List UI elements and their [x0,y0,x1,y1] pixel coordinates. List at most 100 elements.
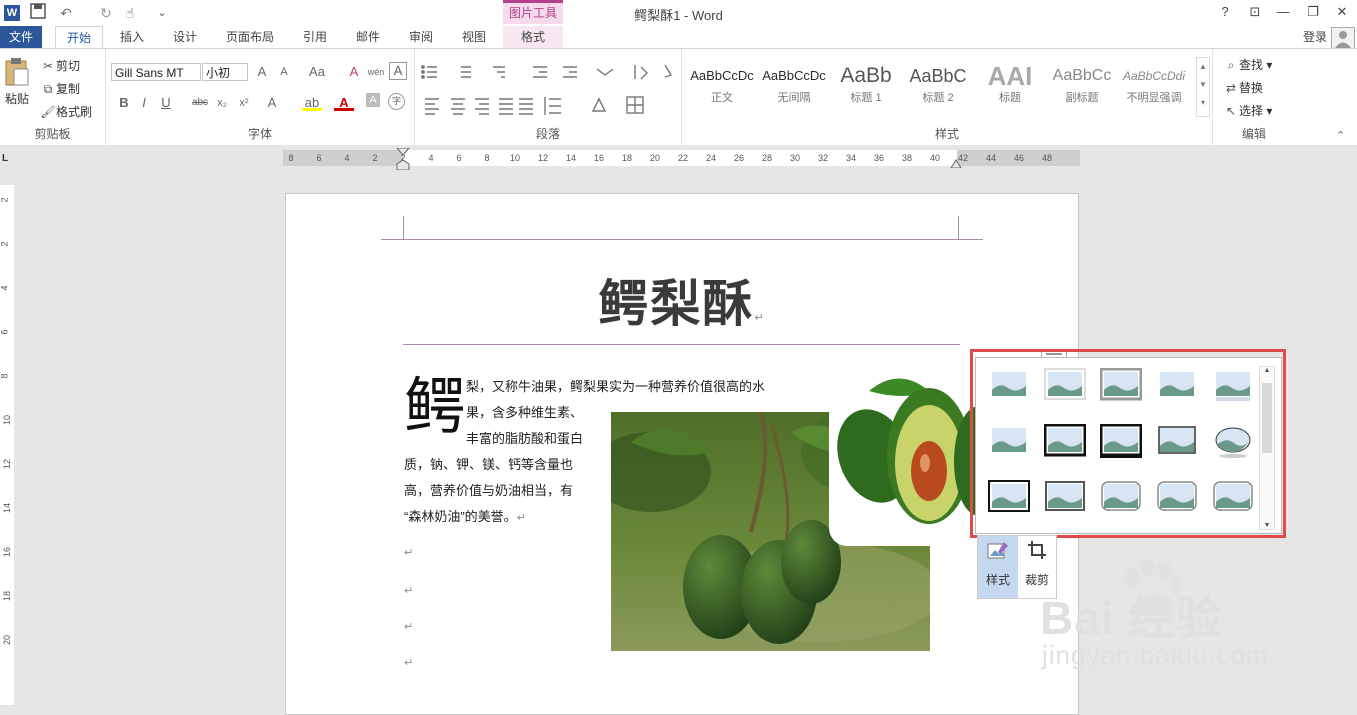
paragraph-tools-icon[interactable] [421,63,675,123]
paragraph-group: 段落 [415,49,682,145]
vertical-ruler[interactable]: 2 2 4 6 8 10 12 14 16 18 20 [0,185,14,705]
font-size-combo[interactable]: 小初 [202,63,248,81]
vertical-ruler-number: 16 [2,546,13,558]
style-normal[interactable]: AaBbCcDc 正文 [688,59,756,105]
empty-paragraph[interactable]: ↵ [404,620,413,633]
minimize-icon[interactable]: — [1270,2,1296,22]
replace-button[interactable]: ⇄ 替换 [1223,79,1263,96]
indent-marker-icon[interactable] [396,148,410,170]
bold-button[interactable]: B [114,93,134,113]
italic-button[interactable]: I [134,93,154,113]
style-heading-1[interactable]: AaBb 标题 1 [832,59,900,105]
styles-group-label: 样式 [934,127,959,141]
close-icon[interactable]: ✕ [1329,2,1355,22]
ruler-number: 18 [621,153,632,163]
style-subtitle[interactable]: AaBbCc 副标题 [1048,59,1116,105]
document-page[interactable]: 鳄梨酥↵ 鳄 梨，又称牛油果，鳄梨果实为一种营养价值很高的水 果，含多种维生素、… [285,193,1079,715]
style-sample: AaBbCcDc [690,68,754,83]
brush-icon: 🖌 [40,105,56,119]
char-shading-button[interactable]: A [366,93,380,107]
format-painter-button[interactable]: 🖌格式刷 [40,103,92,120]
avatar[interactable] [1331,27,1355,49]
tab-references[interactable]: 引用 [295,26,335,48]
maximize-icon[interactable]: ❐ [1300,2,1326,22]
tab-selector[interactable]: L [2,153,8,164]
gallery-highlight-box [970,349,1286,538]
vertical-ruler-number: 18 [2,590,13,602]
cut-button[interactable]: ✂ 剪切 [40,57,80,74]
paste-icon [5,58,29,86]
vertical-ruler-number: 2 [0,197,10,203]
tab-page-layout[interactable]: 页面布局 [218,26,282,48]
clear-format-button[interactable]: A [344,62,364,82]
empty-paragraph[interactable]: ↵ [404,546,413,559]
help-icon[interactable]: ? [1212,2,1238,22]
ruler-number: 40 [929,153,940,163]
ruler-number: 36 [873,153,884,163]
header-rule [381,239,983,240]
style-button-label: 样式 [985,573,1010,587]
heading-rule [403,344,960,345]
highlight-button[interactable]: ab [302,93,322,111]
tab-file[interactable]: 文件 [0,26,42,48]
document-heading[interactable]: 鳄梨酥↵ [286,264,1078,336]
font-group: Gill Sans MT 小初 A A Aa A wén A B I U abc… [106,49,415,145]
ruler-number: 48 [1041,153,1052,163]
tab-review[interactable]: 审阅 [401,26,441,48]
login-link[interactable]: 登录 [1303,28,1327,45]
style-name: 副标题 [1065,92,1099,104]
subscript-button[interactable]: x₂ [212,93,232,113]
ruler-number: 24 [705,153,716,163]
empty-paragraph[interactable]: ↵ [404,656,413,669]
shrink-font-button[interactable]: A [274,62,294,82]
paste-button[interactable]: 粘贴 [3,57,31,107]
horizontal-ruler[interactable]: 8 6 4 2 2 4 6 8 10 12 14 16 18 20 22 24 26 28 30 32 34 36 38 40… [283,148,1080,170]
body-line-3[interactable]: 丰富的脂肪酸和蛋白 [466,428,583,447]
style-name: 标题 1 [850,92,882,104]
vertical-ruler-number: 2 [0,241,10,247]
change-case-button[interactable]: Aa [302,62,332,82]
font-group-label: 字体 [247,127,272,141]
vertical-ruler-number: 12 [2,458,13,470]
char-border-button[interactable]: A [389,62,407,80]
ribbon-display-icon[interactable]: ⊡ [1242,2,1268,22]
style-subtle-emphasis[interactable]: AaBbCcDdi 不明显强调 [1120,59,1188,105]
body-line-2[interactable]: 果，含多种维生素、 [466,402,583,421]
drop-cap[interactable]: 鳄 [404,372,466,442]
body-line-1[interactable]: 梨，又称牛油果，鳄梨果实为一种营养价值很高的水 [466,376,765,395]
style-heading-2[interactable]: AaBbC 标题 2 [904,59,972,105]
font-color-button[interactable]: A [334,93,354,111]
body-line-4[interactable]: 质，钠、钾、镁、钙等含量也 [404,454,573,473]
empty-paragraph[interactable]: ↵ [404,584,413,597]
scissors-icon: ✂ [42,59,54,73]
font-name-combo[interactable]: Gill Sans MT [111,63,201,81]
copy-button[interactable]: ⧉ 复制 [40,80,80,97]
collapse-ribbon-icon[interactable]: ⌃ [1336,129,1345,142]
watermark-brand: Bai 经验 [1040,592,1223,644]
underline-button[interactable]: U [156,93,176,113]
tab-home[interactable]: 开始 [55,26,103,48]
styles-scroll[interactable]: ▲ ▼ ▾ [1196,57,1210,117]
phonetic-guide-button[interactable]: wén [366,62,386,82]
right-indent-marker-icon[interactable] [950,158,962,168]
ribbon-tabs: 文件 开始 插入 设计 页面布局 引用 邮件 审阅 视图 格式 登录 [0,26,1357,49]
find-button[interactable]: ⌕ 查找 ▾ [1223,56,1273,73]
tab-mailings[interactable]: 邮件 [348,26,388,48]
tab-design[interactable]: 设计 [165,26,205,48]
style-name: 正文 [711,92,733,104]
tab-view[interactable]: 视图 [454,26,494,48]
select-button[interactable]: ↖ 选择 ▾ [1223,102,1272,119]
picture-style-button[interactable]: 样式 [978,536,1018,598]
grow-font-button[interactable]: A [252,62,272,82]
text-effect-button[interactable]: A [262,93,282,113]
tab-format[interactable]: 格式 [503,26,563,48]
tab-insert[interactable]: 插入 [112,26,152,48]
body-line-6[interactable]: “森林奶油”的美誉。↵ [404,506,526,525]
body-line-5[interactable]: 高，营养价值与奶油相当，有 [404,480,573,499]
strikethrough-button[interactable]: abc [190,93,210,113]
enclose-char-button[interactable]: 字 [388,93,405,110]
superscript-button[interactable]: x² [234,93,254,113]
style-title[interactable]: AAI 标题 [976,59,1044,105]
style-no-spacing[interactable]: AaBbCcDc 无间隔 [760,59,828,105]
styles-group: AaBbCcDc 正文 AaBbCcDc 无间隔 AaBb 标题 1 AaBbC… [682,49,1213,145]
